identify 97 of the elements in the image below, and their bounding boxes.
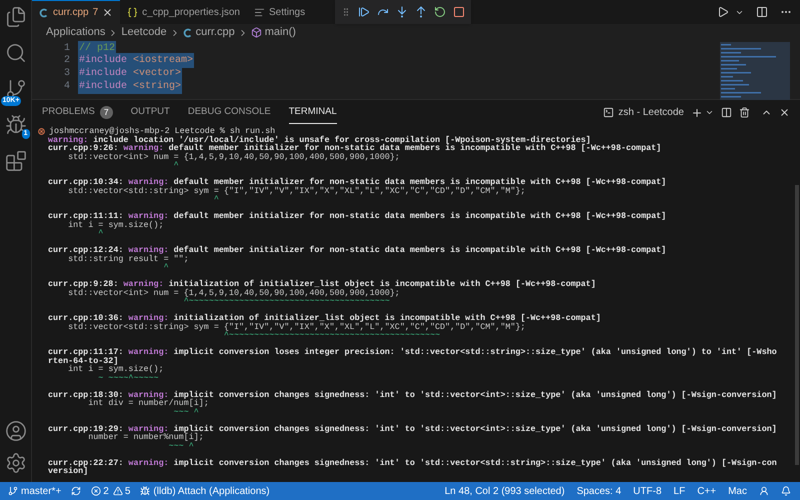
tab-label: Settings bbox=[268, 6, 306, 20]
step-into-icon[interactable] bbox=[396, 6, 408, 18]
stop-icon[interactable] bbox=[453, 6, 465, 18]
error-icon bbox=[91, 486, 102, 496]
code-line: std::vector<std::string> sym = {"I","IV","V","IX","X","XL","L","XC","C","CD","D","CM","M"}; bbox=[68, 322, 526, 331]
prompt-marker-icon bbox=[38, 128, 45, 135]
status-item[interactable]: Mac bbox=[723, 484, 752, 498]
panel-tab[interactable]: DEBUG CONSOLE bbox=[188, 102, 271, 124]
terminal-prompt: joshmccraney@joshs-mbp-2 Leetcode % sh run.sh bbox=[49, 127, 276, 136]
warning-line: curr.cpp:11:17: warning: implicit conversion loses integer precision: 'std::vector<std::string>::size_type' (aka 'unsigned long') to 'int' [-Wshorten-64-to-32] bbox=[48, 348, 778, 365]
status-item[interactable]: Spaces: 4 bbox=[572, 484, 626, 498]
error-count: 2 bbox=[103, 484, 109, 498]
search-icon[interactable] bbox=[4, 42, 26, 64]
warning-line: curr.cpp:9:26: warning: default member initializer for non-static data members is incompatible with C++98 [-Wc++98-compat] bbox=[48, 144, 662, 152]
code-line: number = number%num[i]; bbox=[88, 433, 204, 442]
panel-tab[interactable]: OUTPUT bbox=[130, 102, 170, 124]
grip-icon[interactable] bbox=[341, 7, 351, 17]
panel-tab[interactable]: TERMINAL bbox=[288, 102, 337, 124]
terminal-selector[interactable]: zsh - Leetcode bbox=[603, 105, 684, 120]
status-item[interactable]: LF bbox=[668, 484, 690, 498]
problems-status[interactable]: 2 5 bbox=[87, 484, 134, 498]
warning-line: curr.cpp:12:24: warning: default member initializer for non-static data members is incompatible with C++98 [-Wc++98-compat] bbox=[48, 246, 668, 254]
caret-marker: ^~~~~~~~~~~~~~~~~~~~~~~~~~~~~~~~~~~~~~~~~ bbox=[182, 297, 390, 306]
code-line: int div = number/num[i]; bbox=[88, 399, 209, 408]
tab-label: c_cpp_properties.json bbox=[142, 6, 240, 20]
branch-icon bbox=[8, 486, 18, 496]
bug-icon bbox=[140, 486, 150, 496]
warning-icon bbox=[112, 486, 123, 496]
tab-label: curr.cpp bbox=[53, 6, 89, 20]
breadcrumb[interactable]: Leetcode bbox=[121, 24, 167, 41]
trash-icon[interactable] bbox=[739, 107, 750, 118]
step-out-icon[interactable] bbox=[415, 6, 427, 18]
warning-line: curr.cpp:22:27: warning: implicit conversion changes signedness: 'int' to 'std::vector<std::string>::size_type' (aka 'unsigned long') [-Wsign-conversion] bbox=[48, 458, 778, 476]
caret-marker: ^ bbox=[97, 229, 104, 238]
sync-icon bbox=[71, 486, 82, 496]
continue-icon[interactable] bbox=[358, 6, 370, 18]
run-icon[interactable] bbox=[717, 6, 729, 18]
terminal-icon bbox=[603, 107, 614, 118]
bug-icon[interactable] bbox=[4, 114, 26, 136]
step-over-icon[interactable] bbox=[377, 6, 389, 18]
chevron-down-icon[interactable] bbox=[705, 108, 714, 117]
bell-icon bbox=[781, 486, 791, 496]
terminal-name: zsh - Leetcode bbox=[618, 106, 684, 120]
warning-line: curr.cpp:18:30: warning: implicit conversion changes signedness: 'int' to 'std::vector<int>::size_type' (aka 'unsigned long') [-Wsign-conversion] bbox=[48, 390, 778, 399]
plus-icon[interactable] bbox=[691, 106, 703, 118]
code-line: std::string result = ""; bbox=[68, 254, 190, 263]
warning-line: curr.cpp:11:11: warning: default member initializer for non-static data members is incompatible with C++98 [-Wc++98-compat] bbox=[48, 212, 668, 220]
code-line: int i = sym.size(); bbox=[68, 365, 165, 374]
code-line: std::vector<int> num = {1,4,5,9,10,40,50,90,100,400,500,900,1000}; bbox=[68, 152, 401, 161]
problem-count: 7 bbox=[92, 6, 98, 20]
breadcrumb[interactable]: main() bbox=[264, 24, 296, 41]
status-item[interactable]: UTF-8 bbox=[628, 484, 667, 498]
c-file-icon bbox=[39, 8, 49, 18]
caret-marker: ^~~~~~~~~~~~~~~~~~~~~~~~~~~~~~~~~~~~~~~~~~~ bbox=[222, 331, 440, 340]
warning-line: curr.cpp:10:34: warning: default member initializer for non-static data members is incompatible with C++98 [-Wc++98-compat] bbox=[48, 178, 668, 186]
c-file-icon bbox=[182, 28, 193, 38]
minimap bbox=[720, 42, 790, 100]
caret-marker: ~~~ ^ bbox=[168, 442, 194, 450]
files-icon[interactable] bbox=[4, 6, 26, 28]
warning-line: curr.cpp:9:28: warning: initialization of initializer_list object is incompatible with C++98 [-Wc++98-compat] bbox=[48, 280, 597, 288]
cube-icon bbox=[250, 27, 262, 38]
caret-marker: ~~~ ^ bbox=[174, 408, 199, 416]
breadcrumb[interactable]: Applications bbox=[46, 24, 106, 41]
count-badge: 7 bbox=[100, 106, 113, 119]
account-icon[interactable] bbox=[4, 420, 26, 442]
split-terminal-icon[interactable] bbox=[721, 107, 732, 118]
warning-line: warning: include location '/usr/local/include' is unsafe for cross-compilation [-Wpoison-system-directories] bbox=[48, 136, 591, 144]
editor-tab[interactable]: curr.cpp 7 bbox=[32, 0, 120, 24]
caret-marker: ^ bbox=[172, 161, 179, 170]
split-editor-icon[interactable] bbox=[756, 6, 768, 18]
branch-status[interactable]: master*+ bbox=[4, 484, 66, 498]
line-number: 1 bbox=[62, 42, 71, 55]
line-number: 2 bbox=[62, 54, 71, 68]
list-icon bbox=[254, 6, 265, 18]
blocks-icon[interactable] bbox=[4, 150, 26, 172]
code-line: int i = sym.size(); bbox=[68, 220, 164, 229]
status-item[interactable]: C++ bbox=[692, 484, 722, 498]
settings-icon[interactable] bbox=[4, 452, 26, 474]
close-icon[interactable] bbox=[779, 107, 790, 118]
person-icon bbox=[759, 486, 769, 496]
restart-icon[interactable] bbox=[434, 6, 446, 18]
caret-marker: ^ bbox=[212, 195, 219, 204]
caret-marker: ^ bbox=[162, 263, 169, 272]
line-number: 4 bbox=[62, 80, 71, 94]
line-number: 3 bbox=[62, 66, 71, 81]
panel-tab[interactable]: PROBLEMS 7 bbox=[42, 102, 113, 124]
warning-count: 5 bbox=[124, 484, 130, 498]
warning-line: curr.cpp:19:29: warning: implicit conversion changes signedness: 'int' to 'std::vector<int>::size_type' (aka 'unsigned long') [-Wsign-conversion] bbox=[48, 424, 778, 433]
caret-marker: ~ ~~~~^~~~~~ bbox=[97, 374, 159, 382]
braces-icon bbox=[127, 6, 138, 18]
status-item[interactable]: Ln 48, Col 2 (993 selected) bbox=[440, 484, 570, 498]
close-icon[interactable] bbox=[102, 7, 114, 18]
breadcrumb[interactable]: curr.cpp bbox=[196, 24, 235, 41]
code-line: std::vector<int> num = {1,4,5,9,10,40,50,90,100,400,500,900,1000}; bbox=[68, 288, 400, 297]
code-line: std::vector<std::string> sym = {"I","IV","V","IX","X","XL","L","XC","C","CD","D","CM","M"}; bbox=[68, 186, 526, 195]
debug-status[interactable]: (lldb) Attach (Applications) bbox=[136, 484, 274, 498]
warning-line: curr.cpp:10:36: warning: initialization of initializer_list object is incompatible with C++98 [-Wc++98-compat] bbox=[48, 314, 602, 322]
